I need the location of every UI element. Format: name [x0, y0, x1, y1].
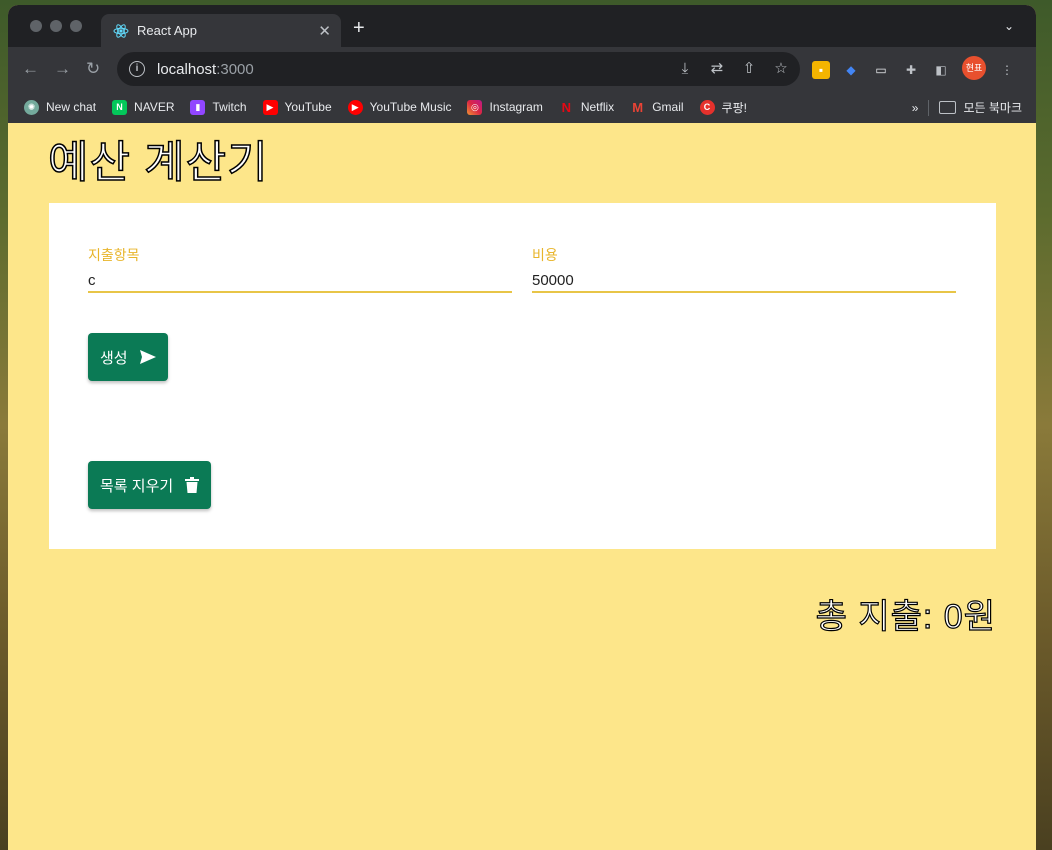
close-tab-icon[interactable]: ✕ — [318, 22, 331, 40]
bookmark-youtube[interactable]: ▶ YouTube — [262, 99, 332, 115]
bookmark-label: Twitch — [212, 100, 247, 114]
window-controls — [30, 20, 82, 32]
browser-window: React App ✕ + ⌄ ← → ↻ i localhost:3000 ⤓… — [8, 5, 1036, 850]
bookmark-coupang[interactable]: C 쿠팡! — [699, 99, 747, 116]
forward-arrow-icon[interactable]: → — [54, 59, 71, 79]
keep-extension-icon[interactable]: ▪ — [812, 60, 830, 79]
netflix-icon: N — [561, 99, 572, 115]
bookmarks-bar-right: » 모든 북마크 — [912, 99, 1022, 116]
cost-field: 비용 — [532, 245, 956, 293]
clear-list-button[interactable]: 목록 지우기 — [88, 461, 212, 509]
screenshot-extension-icon[interactable]: ▭ — [872, 61, 890, 79]
bookmark-label: YouTube — [284, 100, 332, 114]
bookmark-label: Netflix — [580, 100, 615, 114]
close-window-button[interactable] — [30, 20, 42, 32]
url-host: localhost — [157, 60, 217, 78]
total-expense-text: 총 지출: 0원 — [815, 597, 996, 636]
youtube-icon: ▶ — [262, 99, 278, 115]
item-field-label: 지출항목 — [88, 247, 140, 263]
tab-bar: React App ✕ + ⌄ — [8, 5, 1036, 47]
naver-icon: N — [112, 99, 128, 115]
coupang-icon: C — [699, 99, 715, 115]
bookmark-label: YouTube Music — [369, 100, 452, 114]
gmail-icon: M — [632, 99, 644, 115]
instagram-icon: ◎ — [467, 99, 483, 115]
item-field: 지출항목 — [88, 245, 512, 293]
clear-list-button-label: 목록 지우기 — [100, 477, 174, 495]
bookmark-label: Instagram — [489, 100, 543, 114]
folder-icon — [939, 101, 957, 114]
url-text: localhost:3000 — [157, 61, 254, 78]
submit-button-label: 생성 — [100, 349, 128, 367]
share-icon[interactable]: ⇧ — [740, 60, 758, 78]
item-input[interactable] — [88, 269, 512, 293]
twitch-icon: ▮ — [190, 99, 206, 115]
send-icon — [139, 350, 156, 364]
bookmark-label: Gmail — [652, 100, 684, 114]
browser-menu-icon[interactable]: ⋮ — [998, 61, 1016, 79]
new-tab-button[interactable]: + — [353, 18, 365, 38]
page-title: 예산 계산기 — [47, 137, 269, 188]
trash-icon — [185, 477, 200, 493]
cost-input[interactable] — [532, 269, 956, 293]
bookmark-new-chat[interactable]: ✺ New chat — [24, 99, 97, 115]
browser-toolbar: ← → ↻ i localhost:3000 ⤓ ⇄ ⇧ ☆ ▪ ◆ ▭ ✚ ◧… — [8, 47, 1036, 91]
bookmark-label: New chat — [46, 100, 97, 114]
bookmarks-bar: ✺ New chat N NAVER ▮ Twitch ▶ YouTube ▶ … — [8, 91, 1036, 123]
install-app-icon[interactable]: ⤓ — [676, 60, 694, 78]
extensions-puzzle-icon[interactable]: ✚ — [902, 61, 920, 79]
tab-title: React App — [137, 23, 197, 38]
bookmark-youtube-music[interactable]: ▶ YouTube Music — [347, 99, 452, 115]
site-info-icon[interactable]: i — [129, 61, 145, 77]
react-icon — [113, 23, 129, 38]
youtube-music-icon: ▶ — [347, 99, 363, 115]
address-bar-actions: ⤓ ⇄ ⇧ ☆ — [676, 60, 790, 78]
bookmark-netflix[interactable]: N Netflix — [559, 99, 615, 115]
submit-button[interactable]: 생성 — [88, 333, 168, 381]
more-bookmarks-icon[interactable]: » — [912, 101, 919, 115]
address-bar[interactable]: i localhost:3000 ⤓ ⇄ ⇧ ☆ — [117, 52, 800, 86]
bookmark-star-icon[interactable]: ☆ — [772, 60, 790, 78]
cost-field-label: 비용 — [532, 247, 558, 263]
shield-extension-icon[interactable]: ◆ — [842, 61, 860, 79]
bookmark-label: 쿠팡! — [721, 100, 747, 115]
maximize-window-button[interactable] — [70, 20, 82, 32]
app-page: 예산 계산기 지출항목 비용 생성 목록 지우기 — [8, 123, 1036, 850]
extensions-area: ▪ ◆ ▭ ✚ ◧ 현표 ⋮ — [812, 56, 1016, 80]
bookmarks-divider — [928, 99, 930, 116]
bookmark-twitch[interactable]: ▮ Twitch — [190, 99, 247, 115]
tab-search-chevron-icon[interactable]: ⌄ — [1004, 19, 1014, 33]
profile-avatar[interactable]: 현표 — [962, 56, 986, 80]
expense-form-card: 지출항목 비용 생성 목록 지우기 — [49, 203, 996, 549]
bookmark-gmail[interactable]: M Gmail — [630, 100, 683, 115]
all-bookmarks-link[interactable]: 모든 북마크 — [963, 99, 1022, 116]
url-port: :3000 — [216, 60, 254, 78]
back-arrow-icon[interactable]: ← — [22, 59, 39, 79]
chatgpt-icon: ✺ — [24, 99, 39, 115]
bookmark-label: NAVER — [134, 100, 175, 114]
translate-icon[interactable]: ⇄ — [708, 60, 726, 78]
minimize-window-button[interactable] — [50, 20, 62, 32]
tab-react-app[interactable]: React App ✕ — [101, 14, 341, 47]
side-panel-icon[interactable]: ◧ — [932, 61, 950, 79]
bookmark-instagram[interactable]: ◎ Instagram — [467, 99, 543, 115]
bookmark-naver[interactable]: N NAVER — [112, 99, 175, 115]
reload-icon[interactable]: ↻ — [86, 59, 100, 79]
